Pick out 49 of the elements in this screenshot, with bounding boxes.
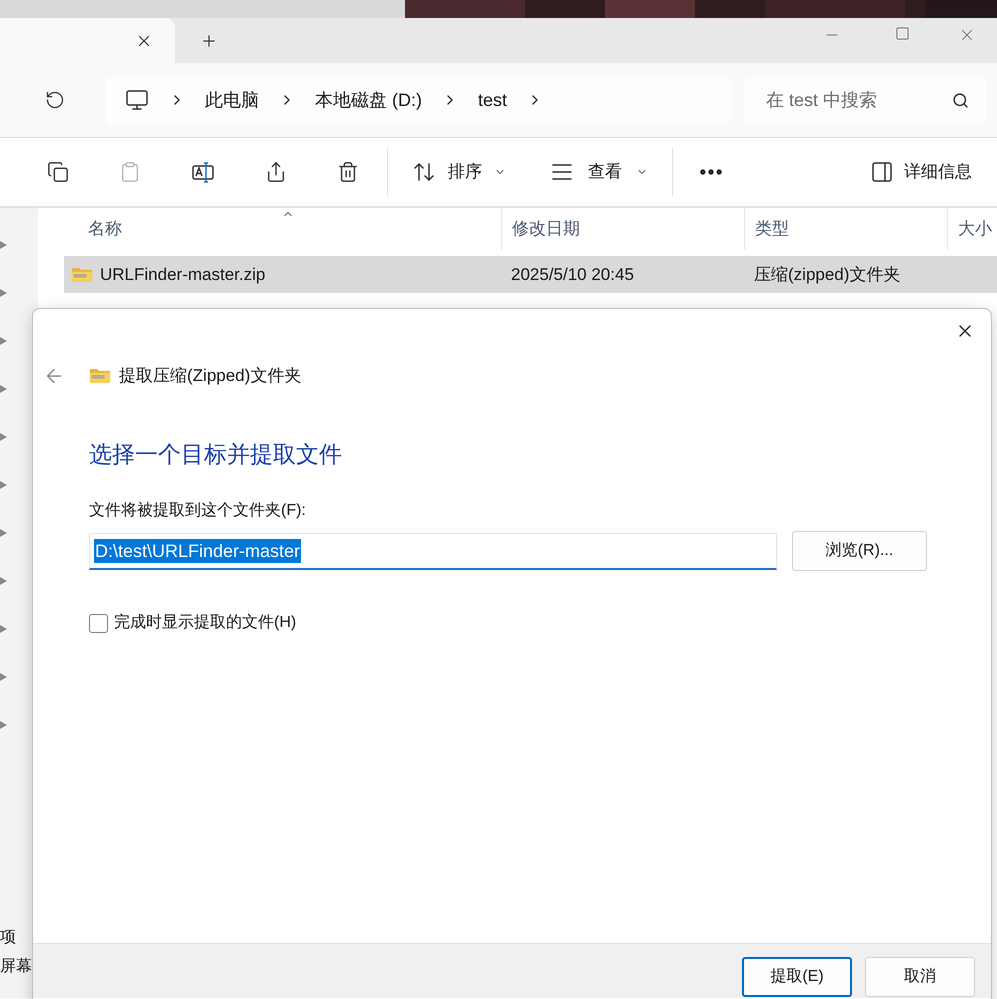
copy-icon[interactable] <box>47 161 69 183</box>
zip-folder-icon <box>71 266 93 283</box>
dialog-heading: 选择一个目标并提取文件 <box>89 440 343 468</box>
column-header[interactable]: 修改日期 <box>501 208 744 250</box>
type-cell: 压缩(zipped)文件夹 <box>754 264 900 284</box>
details-pane-icon <box>870 160 894 184</box>
breadcrumb-item[interactable]: 本地磁盘 (D:) <box>315 86 422 114</box>
expand-icon[interactable] <box>0 720 8 730</box>
expand-icon[interactable] <box>0 432 8 442</box>
address-bar[interactable]: 此电脑 本地磁盘 (D:) test <box>105 76 732 124</box>
file-row[interactable]: URLFinder-master.zip 2025/5/10 20:45 压缩(zipped)文件夹 <box>64 256 997 293</box>
column-header[interactable]: 大小 <box>947 208 997 250</box>
delete-icon[interactable] <box>337 161 359 183</box>
expand-icon[interactable] <box>0 480 8 490</box>
details-button[interactable]: 详细信息 <box>870 159 972 185</box>
checkbox-label: 完成时显示提取的文件(H) <box>114 612 296 633</box>
expand-icon[interactable] <box>0 528 8 538</box>
status-text: 项 <box>0 928 17 948</box>
browse-button[interactable]: 浏览(R)... <box>792 531 927 571</box>
search-field[interactable]: 在 test 中搜索 <box>744 76 987 124</box>
breadcrumb-item[interactable]: test <box>478 86 508 114</box>
date-cell: 2025/5/10 20:45 <box>511 264 634 284</box>
view-button[interactable]: 查看 <box>548 159 650 185</box>
file-name: URLFinder-master.zip <box>100 264 266 286</box>
zip-folder-icon <box>89 367 111 384</box>
expand-icon[interactable] <box>0 384 8 394</box>
search-icon[interactable] <box>952 92 969 108</box>
expand-icon[interactable] <box>0 240 8 250</box>
dialog-title: 提取压缩(Zipped)文件夹 <box>119 365 302 387</box>
expand-icon[interactable] <box>0 336 8 346</box>
cancel-button[interactable]: 取消 <box>865 957 975 997</box>
sort-button[interactable]: 排序 <box>410 159 508 185</box>
status-text: 屏幕 <box>0 956 32 977</box>
extract-button[interactable]: 提取(E) <box>742 957 852 997</box>
checkbox[interactable] <box>89 614 108 632</box>
column-header[interactable]: 名称 <box>64 208 501 250</box>
rename-icon[interactable] <box>191 160 215 184</box>
maximize-icon[interactable] <box>894 26 910 41</box>
field-label: 文件将被提取到这个文件夹(F): <box>89 500 307 521</box>
share-icon[interactable] <box>265 161 287 183</box>
destination-field[interactable]: D:\test\URLFinder-master <box>89 532 777 570</box>
breadcrumb-item[interactable]: 此电脑 <box>205 86 259 114</box>
computer-icon <box>125 88 149 112</box>
expand-icon[interactable] <box>0 672 8 682</box>
expand-icon[interactable] <box>0 576 8 586</box>
column-header[interactable]: 类型 <box>744 208 947 250</box>
refresh-icon[interactable] <box>44 90 64 110</box>
expand-icon[interactable] <box>0 288 8 298</box>
expand-icon[interactable] <box>0 624 8 634</box>
